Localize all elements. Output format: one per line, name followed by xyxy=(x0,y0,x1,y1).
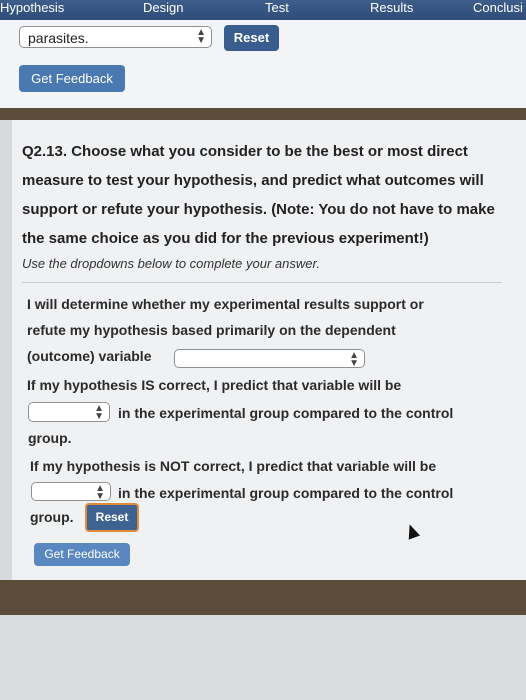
tab-hypothesis[interactable]: Hypothesis xyxy=(0,0,64,20)
get-feedback-button[interactable]: Get Feedback xyxy=(19,65,125,92)
answer-line-8: in the experimental group compared to th… xyxy=(118,485,454,501)
correct-prediction-select[interactable]: ▲ ▼ xyxy=(28,402,110,422)
select-arrows-icon: ▲ ▼ xyxy=(95,483,105,502)
select-arrows-icon: ▲ ▼ xyxy=(94,403,104,422)
get-feedback-button[interactable]: Get Feedback xyxy=(34,543,130,566)
answer-line-7: If my hypothesis is NOT correct, I predi… xyxy=(30,458,437,474)
select-value: parasites. xyxy=(28,30,89,46)
divider-band xyxy=(0,108,526,120)
dependent-variable-select[interactable]: ▲ ▼ xyxy=(174,349,365,369)
reset-button[interactable]: Reset xyxy=(224,25,279,51)
answer-line-9: group. xyxy=(30,509,74,525)
tab-results[interactable]: Results xyxy=(370,0,413,20)
tab-test[interactable]: Test xyxy=(265,0,289,20)
answer-line-6: group. xyxy=(28,430,72,446)
tab-conclusion[interactable]: Conclusi xyxy=(473,0,523,20)
answer-line-2: refute my hypothesis based primarily on … xyxy=(27,322,396,338)
previous-answer-select[interactable]: parasites. ▲ ▼ xyxy=(19,26,212,48)
question-text: Q2.13. Choose what you consider to be th… xyxy=(22,143,495,247)
answer-line-4: If my hypothesis IS correct, I predict t… xyxy=(27,377,402,393)
answer-line-3: (outcome) variable xyxy=(27,348,152,364)
page-bottom xyxy=(0,615,526,700)
instruction-text: Use the dropdowns below to complete your… xyxy=(22,256,320,271)
tab-bar: Hypothesis Design Test Results Conclusi xyxy=(0,0,526,20)
divider-line xyxy=(22,282,502,283)
answer-line-5: in the experimental group compared to th… xyxy=(118,405,454,421)
select-arrows-icon: ▲ ▼ xyxy=(349,350,359,369)
tab-design[interactable]: Design xyxy=(143,0,183,20)
select-arrows-icon: ▲ ▼ xyxy=(196,27,206,46)
answer-line-1: I will determine whether my experimental… xyxy=(27,296,424,312)
reset-button[interactable]: Reset xyxy=(85,503,139,532)
footer-band xyxy=(0,580,526,615)
incorrect-prediction-select[interactable]: ▲ ▼ xyxy=(31,482,111,502)
